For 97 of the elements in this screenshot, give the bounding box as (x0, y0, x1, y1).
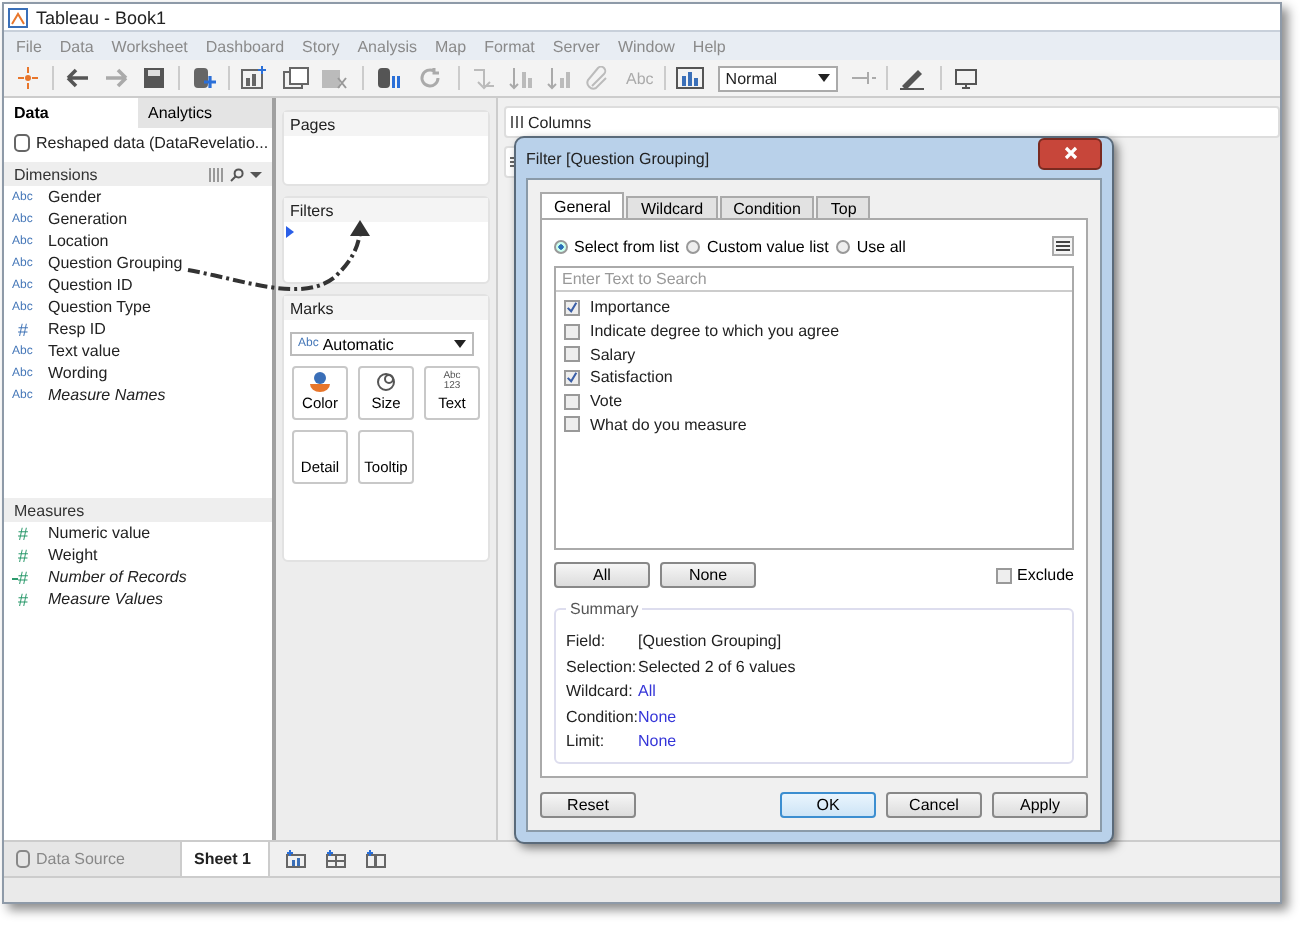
summary-label: Limit: (566, 732, 607, 751)
add-data-icon[interactable] (190, 66, 218, 90)
size-icon (376, 372, 396, 392)
color-icon (308, 372, 332, 392)
menu-icon (1056, 240, 1070, 252)
dialog-tab[interactable]: General (540, 192, 625, 218)
close-button[interactable] (1038, 137, 1102, 169)
checkbox[interactable] (564, 416, 580, 433)
marks-title: Marks (290, 299, 334, 317)
field-item[interactable]: Text value (48, 342, 121, 360)
data-source-icon (16, 850, 30, 868)
checkbox[interactable] (564, 369, 580, 386)
pause-updates-icon[interactable] (374, 66, 406, 90)
summary-link[interactable]: None (638, 732, 677, 751)
field-item[interactable]: Wording (48, 364, 108, 382)
options-button[interactable] (1052, 236, 1074, 256)
back-icon[interactable] (64, 66, 92, 90)
value-label[interactable]: What do you measure (590, 415, 747, 434)
field-item[interactable]: Question ID (48, 276, 133, 294)
number-type-label: # (16, 523, 31, 544)
radio-option[interactable]: Select from list (554, 237, 679, 255)
new-story-icon[interactable] (366, 850, 386, 868)
new-sheet-icon[interactable] (240, 66, 272, 90)
close-icon (1063, 146, 1077, 160)
new-worksheet-icon[interactable] (286, 850, 306, 868)
duplicate-sheet-icon[interactable] (282, 66, 310, 90)
radio-option[interactable]: Use all (836, 237, 906, 255)
field-item[interactable]: Generation (48, 210, 128, 228)
number-type-label: # (16, 589, 31, 610)
columns-shelf[interactable]: Columns (504, 106, 1280, 138)
dialog-tab[interactable]: Condition (719, 196, 815, 218)
field-item[interactable]: Location (48, 232, 109, 250)
section-header: Measures (14, 501, 85, 520)
checkbox[interactable] (564, 323, 580, 340)
summary-title: Summary (566, 600, 643, 618)
pane-tab[interactable]: Analytics (138, 98, 272, 128)
new-dashboard-icon[interactable] (326, 850, 346, 868)
value-label[interactable]: Importance (590, 298, 671, 317)
value-label[interactable]: Salary (590, 345, 636, 364)
field-item[interactable]: Question Type (48, 298, 151, 316)
field-item[interactable]: Gender (48, 188, 102, 206)
radio-option[interactable]: Custom value list (686, 237, 829, 255)
dialog-button[interactable]: Cancel (886, 792, 982, 818)
presentation-icon[interactable] (951, 66, 980, 90)
field-item[interactable]: Weight (48, 546, 98, 565)
field-item[interactable]: Question Grouping (48, 254, 183, 272)
field-item[interactable]: Resp ID (48, 320, 106, 338)
value-label[interactable]: Vote (590, 392, 623, 411)
chart-type-icon[interactable] (675, 66, 708, 90)
number-type-label: # (12, 567, 48, 588)
logo-icon[interactable] (14, 66, 42, 90)
checkbox[interactable] (564, 393, 580, 410)
field-item[interactable]: Measure Names (48, 386, 166, 404)
dialog-button[interactable]: Apply (992, 792, 1088, 818)
value-label[interactable]: Indicate degree to which you agree (590, 322, 840, 341)
clear-sheet-icon[interactable] (320, 66, 352, 90)
summary-label: Wildcard: (566, 682, 635, 701)
highlight-icon[interactable] (897, 66, 930, 90)
checkbox[interactable] (564, 299, 580, 316)
summary-value: [Question Grouping] (638, 632, 782, 651)
search-icon[interactable] (230, 167, 244, 181)
dialog-button[interactable]: OK (780, 792, 876, 818)
caret-icon (454, 340, 466, 348)
search-field[interactable]: Enter Text to Search (556, 268, 1072, 292)
window-title: Tableau - Book1 (36, 7, 167, 27)
dialog-button[interactable]: Reset (540, 792, 636, 818)
list-button[interactable]: All (554, 562, 650, 588)
summary-link[interactable]: All (638, 682, 656, 701)
summary-label: Field: (566, 632, 608, 651)
dialog-title: Filter [Question Grouping] (526, 149, 710, 167)
checkbox[interactable] (564, 346, 580, 363)
dialog-tab[interactable]: Top (816, 196, 871, 218)
dialog-tab[interactable]: Wildcard (626, 196, 718, 218)
caret-icon[interactable] (250, 167, 262, 181)
summary-value: Selected 2 of 6 values (638, 657, 796, 676)
summary-link[interactable]: None (638, 707, 677, 726)
value-label[interactable]: Satisfaction (590, 368, 673, 387)
field-item[interactable]: Measure Values (48, 590, 164, 609)
number-type-label: # (16, 319, 31, 339)
number-type-label: # (16, 545, 31, 566)
columns-icon (510, 116, 524, 128)
sheet-tab[interactable]: Sheet 1 (180, 842, 270, 876)
field-item[interactable]: Number of Records (48, 568, 187, 587)
exclude-checkbox[interactable]: Exclude (995, 566, 1074, 584)
save-icon[interactable] (140, 66, 168, 90)
data-source-name[interactable]: Reshaped data (DataRevelatio... (36, 134, 269, 152)
caret-icon (817, 74, 830, 82)
fit-select[interactable]: Normal (717, 65, 838, 91)
pages-shelf[interactable]: Pages (282, 110, 490, 186)
summary-label: Condition: (566, 707, 638, 726)
field-item[interactable]: Numeric value (48, 524, 151, 543)
summary-label: Selection: (566, 657, 638, 676)
section-header: Dimensions (14, 165, 98, 183)
data-source-icon (14, 134, 30, 152)
list-button[interactable]: None (660, 562, 756, 588)
filters-shelf[interactable]: Filters (282, 196, 490, 284)
drop-marker-icon (286, 226, 294, 238)
